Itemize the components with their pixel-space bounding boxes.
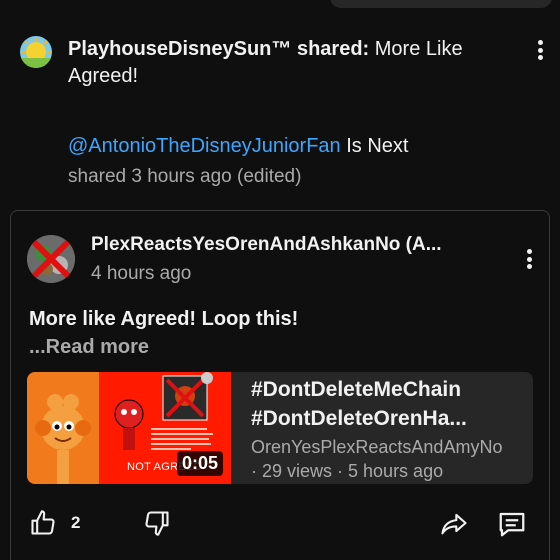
shared-post-action: shared: [291,38,375,60]
comment-icon [499,512,525,537]
original-post-time: 4 hours ago [91,263,192,284]
like-button[interactable]: 2 [29,509,80,537]
share-button[interactable] [439,509,469,537]
video-title-line1: #DontDeleteMeChain [251,378,462,401]
video-thumbnail[interactable]: NOT AGREED 0:05 [27,372,231,484]
shared-post-meta: shared 3 hours ago (edited) [68,166,302,187]
video-channel[interactable]: OrenYesPlexReactsAndAmyNo [251,435,502,459]
channel-avatar[interactable] [20,36,52,68]
more-vertical-icon[interactable] [530,38,550,62]
shared-post: PlayhouseDisneySun™ shared: More Like Ag… [0,0,560,200]
mention-suffix: Is Next [340,135,409,157]
like-count: 2 [71,513,81,532]
thumbs-up-icon [31,510,55,535]
video-title-line2: #DontDeleteOrenHa... [251,407,467,430]
video-title[interactable]: #DontDeleteMeChain #DontDeleteOrenHa... [251,375,521,433]
original-post-card[interactable]: PlexReactsYesOrenAndAshkanNo (A... 4 hou… [10,210,550,560]
video-duration-badge: 0:05 [176,451,223,476]
original-post-body: More like Agreed! Loop this! [29,308,299,330]
mention-link[interactable]: @AntonioTheDisneyJuniorFan [68,135,341,157]
comments-button[interactable] [497,509,527,539]
read-more-link[interactable]: ...Read more [29,334,149,360]
dislike-button[interactable] [143,509,171,537]
original-post-author[interactable]: PlexReactsYesOrenAndAshkanNo (A... [91,232,491,258]
original-author-avatar[interactable] [27,235,75,283]
shared-post-text: PlayhouseDisneySun™ shared: More Like Ag… [68,36,508,90]
video-stats: · 29 views · 5 hours ago [251,461,444,481]
shared-post-author[interactable]: PlayhouseDisneySun™ [68,38,291,60]
share-arrow-icon [441,513,467,535]
thumbs-down-icon [145,511,169,536]
more-vertical-icon[interactable] [519,247,539,271]
shared-post-mention-line: @AntonioTheDisneyJuniorFan Is Next [68,133,408,160]
video-attachment[interactable]: NOT AGREED 0:05 #DontDeleteMeChain #Dont… [27,372,533,484]
